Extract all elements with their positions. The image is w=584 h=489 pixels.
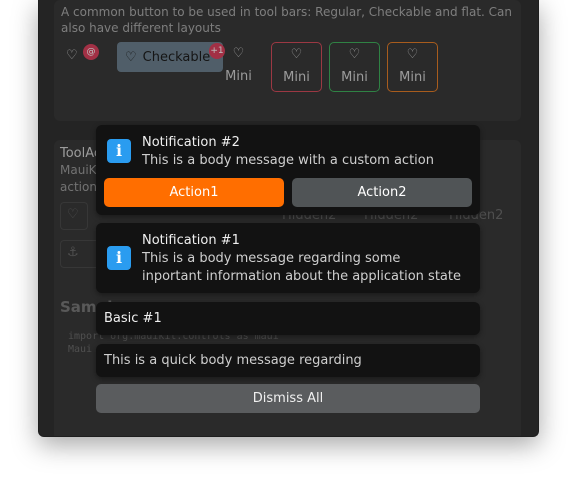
notification-body: This is a body message regarding some in… — [142, 251, 461, 284]
dismiss-all-button[interactable]: Dismiss All — [96, 384, 480, 413]
action1-button[interactable]: Action1 — [104, 178, 284, 207]
notification-2: i Notification #2 This is a body message… — [96, 125, 480, 215]
notification-title: Basic #1 — [104, 311, 162, 326]
notification-quick: This is a quick body message regarding — [96, 344, 480, 377]
info-icon: i — [107, 139, 131, 163]
action2-button[interactable]: Action2 — [292, 178, 472, 207]
notification-title: Notification #2 — [142, 135, 240, 150]
notification-body: This is a body message with a custom act… — [142, 153, 434, 168]
info-icon: i — [107, 246, 131, 270]
notification-1: i Notification #1 This is a body message… — [96, 223, 480, 293]
notification-title: Notification #1 — [142, 233, 240, 248]
notification-body: This is a quick body message regarding — [104, 353, 362, 368]
notification-basic: Basic #1 — [96, 302, 480, 335]
